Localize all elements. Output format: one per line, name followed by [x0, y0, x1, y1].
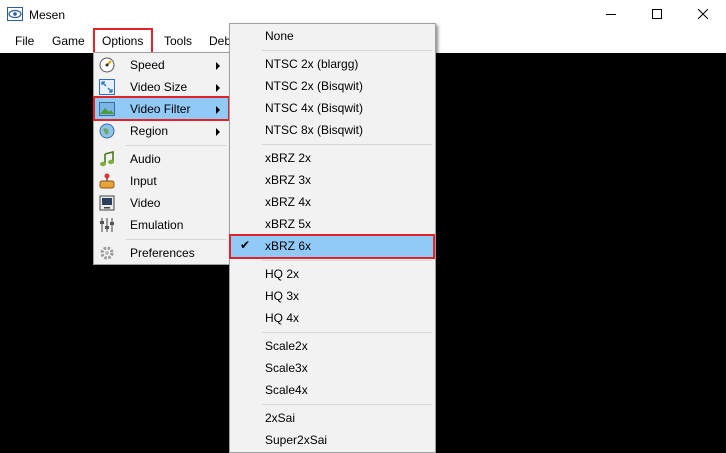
audio-icon: [99, 150, 115, 167]
filter-ntsc-8x-bisqwit[interactable]: NTSC 8x (Bisqwit): [231, 119, 434, 141]
globe-icon: [99, 123, 115, 139]
emulation-icon: [99, 217, 115, 233]
video-size-icon: [99, 79, 115, 95]
filter-xbrz-5x[interactable]: xBRZ 5x: [231, 213, 434, 235]
close-button[interactable]: [680, 0, 726, 30]
filter-hq-2x[interactable]: HQ 2x: [231, 263, 434, 285]
menu-game[interactable]: Game: [52, 34, 85, 48]
submenu-arrow-icon: [216, 84, 220, 92]
menu-separator: [262, 144, 432, 145]
filter-ntsc-2x-blargg[interactable]: NTSC 2x (blargg): [231, 53, 434, 75]
filter-scale4x[interactable]: Scale4x: [231, 379, 434, 401]
menu-debug[interactable]: Deb: [209, 34, 231, 48]
menu-item-input[interactable]: Input: [95, 170, 228, 192]
options-menu: Speed Video Size Video Filter Region Aud…: [93, 52, 230, 265]
options-highlight-box: [93, 28, 153, 55]
menu-separator: [262, 332, 432, 333]
video-icon: [99, 195, 115, 211]
submenu-arrow-icon: [216, 128, 220, 136]
filter-xbrz-2x[interactable]: xBRZ 2x: [231, 147, 434, 169]
filter-2xsai[interactable]: 2xSai: [231, 407, 434, 429]
menu-separator: [262, 404, 432, 405]
menu-item-preferences[interactable]: Preferences: [95, 242, 228, 264]
menu-item-region[interactable]: Region: [95, 120, 228, 142]
filter-ntsc-4x-bisqwit[interactable]: NTSC 4x (Bisqwit): [231, 97, 434, 119]
menu-item-audio[interactable]: Audio: [95, 148, 228, 170]
menu-item-emulation[interactable]: Emulation: [95, 214, 228, 236]
maximize-icon: [652, 8, 662, 22]
mesen-eye-icon: [7, 7, 23, 21]
filter-scale2x[interactable]: Scale2x: [231, 335, 434, 357]
menu-file[interactable]: File: [15, 34, 34, 48]
menu-separator: [262, 50, 432, 51]
filter-xbrz-4x[interactable]: xBRZ 4x: [231, 191, 434, 213]
menu-separator: [126, 145, 226, 146]
menu-item-video[interactable]: Video: [95, 192, 228, 214]
gear-icon: [99, 245, 115, 261]
xbrz-6x-highlight-box: [229, 234, 435, 259]
filter-ntsc-2x-bisqwit[interactable]: NTSC 2x (Bisqwit): [231, 75, 434, 97]
filter-hq-4x[interactable]: HQ 4x: [231, 307, 434, 329]
speed-icon: [99, 57, 115, 73]
filter-scale3x[interactable]: Scale3x: [231, 357, 434, 379]
input-icon: [99, 173, 115, 189]
menu-separator: [126, 239, 226, 240]
maximize-button[interactable]: [634, 0, 680, 30]
submenu-arrow-icon: [216, 62, 220, 70]
menu-separator: [262, 260, 432, 261]
minimize-button[interactable]: [588, 0, 634, 30]
filter-xbrz-3x[interactable]: xBRZ 3x: [231, 169, 434, 191]
window-title: Mesen: [29, 8, 66, 22]
menu-item-speed[interactable]: Speed: [95, 54, 228, 76]
minimize-icon: [606, 8, 616, 22]
close-icon: [697, 8, 709, 22]
filter-super2xsai[interactable]: Super2xSai: [231, 429, 434, 451]
menu-item-video-size[interactable]: Video Size: [95, 76, 228, 98]
menu-tools[interactable]: Tools: [164, 34, 192, 48]
video-filter-highlight-box: [93, 96, 230, 121]
filter-hq-3x[interactable]: HQ 3x: [231, 285, 434, 307]
filter-none[interactable]: None: [231, 25, 434, 47]
